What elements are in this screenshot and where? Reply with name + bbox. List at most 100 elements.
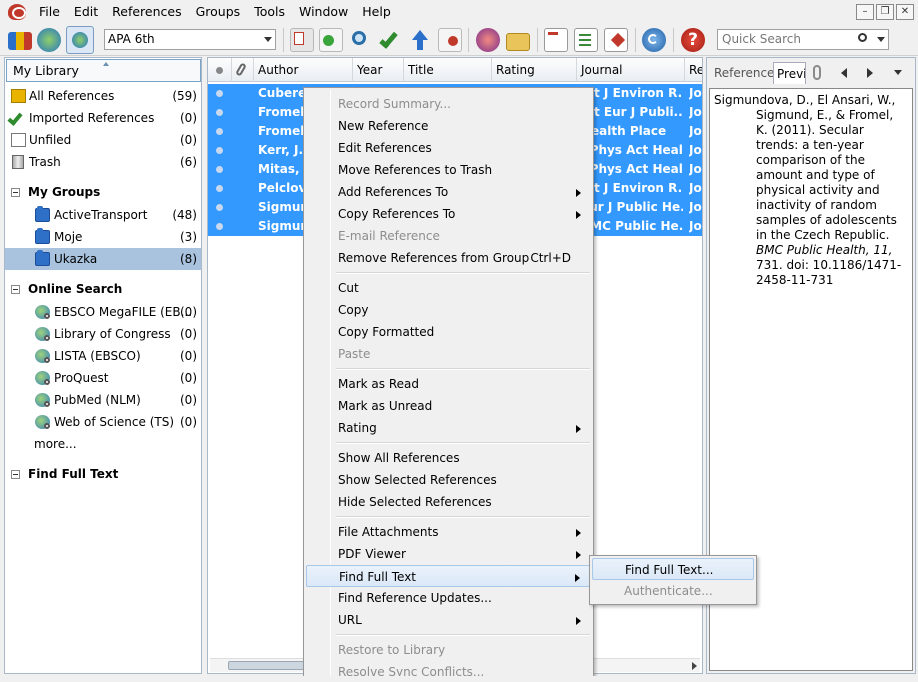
menu-item-mark-as-read[interactable]: Mark as Read (306, 373, 591, 395)
panel-menu-icon[interactable] (894, 70, 902, 75)
scrollbar-thumb[interactable] (228, 661, 308, 670)
upload-arrow-icon[interactable] (408, 28, 432, 52)
menu-item-copy-formatted[interactable]: Copy Formatted (306, 321, 591, 343)
author-column-header[interactable]: Author (254, 58, 353, 82)
menu-item-move-references-to-trash[interactable]: Move References to Trash (306, 159, 591, 181)
group-item-moje[interactable]: Moje (3) (5, 226, 201, 248)
online-search-section[interactable]: Online Search (5, 278, 201, 300)
column-label: Author (258, 63, 299, 77)
menu-item-cut[interactable]: Cut (306, 277, 591, 299)
menu-item-hide-selected-references[interactable]: Hide Selected References (306, 491, 591, 513)
help-icon[interactable]: ? (681, 28, 705, 52)
all-references-item[interactable]: All References (59) (5, 85, 201, 107)
menu-file[interactable]: File (32, 0, 67, 24)
output-style-select[interactable]: APA 6th (104, 29, 276, 50)
export-reference-icon[interactable] (438, 28, 462, 52)
my-groups-section[interactable]: My Groups (5, 181, 201, 203)
scroll-right-icon[interactable] (692, 662, 697, 670)
menu-references[interactable]: References (105, 0, 188, 24)
rating-column-header[interactable]: Rating (492, 58, 577, 82)
local-library-icon[interactable] (8, 32, 32, 50)
online-item-library-of-congress[interactable]: Library of Congress (0) (5, 323, 201, 345)
submenu-item-find-full-text[interactable]: Find Full Text... (592, 558, 754, 580)
online-search-mode-icon[interactable] (37, 28, 61, 52)
trash-item[interactable]: Trash (6) (5, 151, 201, 173)
menu-item-find-reference-updates[interactable]: Find Reference Updates... (306, 587, 591, 609)
find-full-text-section[interactable]: Find Full Text (5, 463, 201, 485)
journal-column-header[interactable]: Journal (577, 58, 685, 82)
online-more-link[interactable]: more... (5, 433, 201, 455)
menu-item-find-full-text[interactable]: Find Full Text (306, 565, 591, 587)
tab-reference[interactable]: Reference (709, 62, 779, 84)
minimize-icon[interactable]: – (856, 4, 874, 20)
tab-label: Previ (777, 67, 806, 81)
new-reference-icon[interactable] (319, 28, 343, 52)
column-label: Year (357, 63, 383, 77)
format-bibliography-icon[interactable] (574, 28, 598, 52)
menu-item-show-selected-references[interactable]: Show Selected References (306, 469, 591, 491)
menu-window[interactable]: Window (292, 0, 355, 24)
copy-references-icon[interactable] (290, 28, 314, 52)
menu-item-remove-references-from-group[interactable]: Remove References from Group Ctrl+D (306, 247, 591, 269)
menu-item-copy-references-to[interactable]: Copy References To (306, 203, 591, 225)
insert-citation-icon[interactable] (544, 28, 568, 52)
close-icon[interactable]: ✕ (896, 4, 914, 20)
menu-item-new-reference[interactable]: New Reference (306, 115, 591, 137)
reftype-column-header[interactable]: Re (685, 58, 702, 82)
menu-item-pdf-viewer[interactable]: PDF Viewer (306, 543, 591, 565)
unread-dot-icon (216, 223, 223, 230)
online-item-web-of-science[interactable]: Web of Science (TS) (0) (5, 411, 201, 433)
menu-item-copy[interactable]: Copy (306, 299, 591, 321)
search-icon[interactable] (858, 33, 867, 42)
title-column-header[interactable]: Title (404, 58, 492, 82)
cite-while-you-write-icon[interactable] (604, 28, 628, 52)
online-count: (0) (180, 327, 197, 341)
attachment-column[interactable] (232, 58, 254, 82)
menu-tools[interactable]: Tools (247, 0, 292, 24)
unfiled-item[interactable]: Unfiled (0) (5, 129, 201, 151)
menu-help[interactable]: Help (355, 0, 398, 24)
group-label: ActiveTransport (54, 208, 148, 222)
collapse-icon[interactable] (11, 470, 20, 479)
menu-item-label: Rating (338, 421, 377, 435)
read-status-column[interactable] (208, 58, 232, 82)
sync-icon[interactable] (642, 28, 666, 52)
menu-groups[interactable]: Groups (189, 0, 248, 24)
my-library-header[interactable]: My Library (6, 59, 201, 82)
find-duplicates-icon[interactable] (349, 28, 373, 52)
endnote-app-icon[interactable] (8, 4, 26, 20)
collapse-icon[interactable] (11, 285, 20, 294)
online-item-proquest[interactable]: ProQuest (0) (5, 367, 201, 389)
menu-item-add-references-to[interactable]: Add References To (306, 181, 591, 203)
menu-item-rating[interactable]: Rating (306, 417, 591, 439)
paperclip-icon[interactable] (813, 65, 821, 80)
menu-edit[interactable]: Edit (67, 0, 105, 24)
menu-item-file-attachments[interactable]: File Attachments (306, 521, 591, 543)
integrated-library-icon[interactable] (66, 26, 94, 54)
citation-main: Sigmundova, D., El Ansari, W., Sigmund, … (714, 93, 897, 242)
menu-item-mark-as-unread[interactable]: Mark as Unread (306, 395, 591, 417)
year-column-header[interactable]: Year (353, 58, 404, 82)
menu-item-record-summary: Record Summary... (306, 93, 591, 115)
tab-preview[interactable]: Previ (773, 62, 806, 84)
restore-icon[interactable]: ❐ (876, 4, 894, 20)
collapse-icon[interactable] (11, 188, 20, 197)
online-item-lista[interactable]: LISTA (EBSCO) (0) (5, 345, 201, 367)
open-folder-icon[interactable] (506, 33, 530, 51)
menu-shortcut: Ctrl+D (530, 251, 571, 265)
menu-item-show-all-references[interactable]: Show All References (306, 447, 591, 469)
menu-item-url[interactable]: URL (306, 609, 591, 631)
previous-icon[interactable] (841, 68, 847, 78)
chevron-down-icon[interactable] (877, 37, 885, 42)
group-item-ukazka[interactable]: Ukazka (8) (5, 248, 201, 270)
online-item-ebsco-megafile[interactable]: EBSCO MegaFILE (EB... (0) (5, 301, 201, 323)
next-icon[interactable] (867, 68, 873, 78)
imported-references-item[interactable]: Imported References (0) (5, 107, 201, 129)
mark-read-icon[interactable] (378, 28, 402, 52)
cell-re: Jo (689, 219, 702, 233)
online-globe-icon[interactable] (476, 28, 500, 52)
online-item-pubmed[interactable]: PubMed (NLM) (0) (5, 389, 201, 411)
group-item-activetransport[interactable]: ActiveTransport (48) (5, 204, 201, 226)
menu-item-edit-references[interactable]: Edit References (306, 137, 591, 159)
menu-item-label: E-mail Reference (338, 229, 440, 243)
